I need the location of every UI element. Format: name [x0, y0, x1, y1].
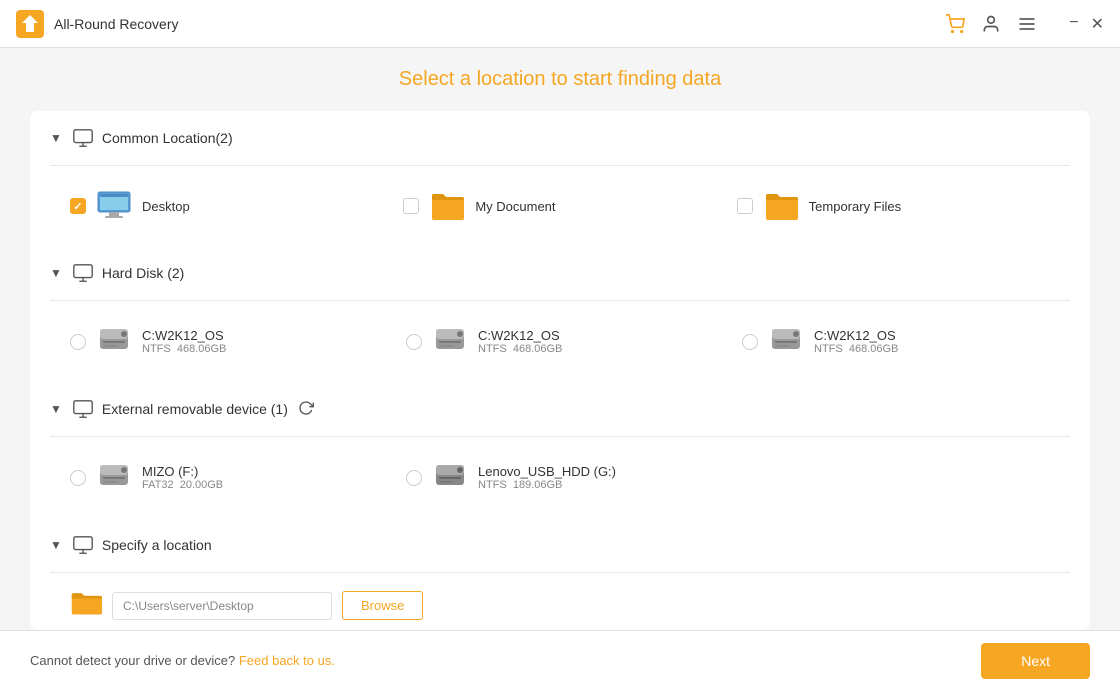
user-icon[interactable] — [981, 14, 1001, 34]
hard-disk-header[interactable]: ▼ Hard Disk (2) — [30, 246, 1090, 300]
specify-location-header[interactable]: ▼ Specify a location — [30, 518, 1090, 572]
main-content: Select a location to start finding data … — [0, 48, 1120, 630]
lenovo-info: Lenovo_USB_HDD (G:) NTFS 189.06GB — [478, 464, 616, 491]
refresh-icon[interactable] — [298, 400, 314, 419]
common-location-header[interactable]: ▼ Common Location(2) — [30, 111, 1090, 165]
common-location-label: Common Location(2) — [102, 130, 233, 146]
next-button[interactable]: Next — [981, 643, 1090, 679]
list-item: MIZO (F:) FAT32 20.00GB — [70, 453, 398, 502]
mizo-icon — [96, 457, 132, 498]
titlebar-icons: − ✕ — [945, 14, 1104, 34]
mizo-radio[interactable] — [70, 470, 86, 486]
tempfiles-checkbox[interactable] — [737, 198, 753, 214]
list-item: Desktop — [70, 182, 403, 230]
hdd2-meta: NTFS 468.06GB — [478, 343, 562, 355]
titlebar: All-Round Recovery − ✕ — [0, 0, 1120, 48]
my-document-icon — [429, 188, 465, 224]
mizo-info: MIZO (F:) FAT32 20.00GB — [142, 464, 223, 491]
hard-disk-label: Hard Disk (2) — [102, 265, 184, 281]
external-device-label: External removable device (1) — [102, 401, 288, 417]
chevron-down-icon: ▼ — [50, 266, 62, 280]
specify-location-label: Specify a location — [102, 537, 212, 553]
mydocument-checkbox[interactable] — [403, 198, 419, 214]
list-item: C:W2K12_OS NTFS 468.06GB — [406, 317, 734, 366]
app-title: All-Round Recovery — [54, 16, 945, 32]
hdd2-name: C:W2K12_OS — [478, 328, 562, 343]
lenovo-meta: NTFS 189.06GB — [478, 479, 616, 491]
app-logo — [16, 10, 44, 38]
bottom-bar: Cannot detect your drive or device? Feed… — [0, 630, 1120, 690]
specify-location-content: Browse — [30, 573, 1090, 630]
hdd2-info: C:W2K12_OS NTFS 468.06GB — [478, 328, 562, 355]
lenovo-radio[interactable] — [406, 470, 422, 486]
hard-disk-section-icon — [72, 262, 102, 284]
page-title: Select a location to start finding data — [399, 68, 721, 91]
external-device-items: MIZO (F:) FAT32 20.00GB — [30, 437, 1090, 518]
specify-location-section-icon — [72, 534, 102, 556]
list-item: C:W2K12_OS NTFS 468.06GB — [742, 317, 1070, 366]
list-item: My Document — [403, 182, 736, 230]
minimize-button[interactable]: − — [1069, 14, 1078, 34]
chevron-down-icon: ▼ — [50, 538, 62, 552]
window-controls: − ✕ — [1069, 14, 1104, 34]
hdd1-info: C:W2K12_OS NTFS 468.06GB — [142, 328, 226, 355]
external-device-header[interactable]: ▼ External removable device (1) — [30, 382, 1090, 436]
lenovo-icon — [432, 457, 468, 498]
location-card: ▼ Common Location(2) — [30, 111, 1090, 630]
list-item: Lenovo_USB_HDD (G:) NTFS 189.06GB — [406, 453, 734, 502]
cart-icon[interactable] — [945, 14, 965, 34]
close-button[interactable]: ✕ — [1091, 14, 1104, 34]
hdd1-radio[interactable] — [70, 334, 86, 350]
chevron-down-icon: ▼ — [50, 402, 62, 416]
list-item: Temporary Files — [737, 182, 1070, 230]
folder-icon — [70, 589, 102, 622]
menu-icon[interactable] — [1017, 14, 1037, 34]
desktop-checkbox[interactable] — [70, 198, 86, 214]
mizo-meta: FAT32 20.00GB — [142, 479, 223, 491]
desktop-label: Desktop — [142, 199, 190, 214]
chevron-down-icon: ▼ — [50, 131, 62, 145]
browse-button[interactable]: Browse — [342, 591, 423, 620]
hdd1-icon — [96, 321, 132, 362]
tempfiles-label: Temporary Files — [809, 199, 901, 214]
mydocument-label: My Document — [475, 199, 555, 214]
hdd3-info: C:W2K12_OS NTFS 468.06GB — [814, 328, 898, 355]
feedback-link[interactable]: Feed back to us. — [239, 653, 335, 668]
hdd2-icon — [432, 321, 468, 362]
temp-files-icon — [763, 188, 799, 224]
specify-location-input[interactable] — [112, 592, 332, 620]
hdd3-meta: NTFS 468.06GB — [814, 343, 898, 355]
hard-disk-items: C:W2K12_OS NTFS 468.06GB — [30, 301, 1090, 382]
hdd3-name: C:W2K12_OS — [814, 328, 898, 343]
external-device-section-icon — [72, 398, 102, 420]
common-location-icon — [72, 127, 102, 149]
common-location-items: Desktop My Document — [30, 166, 1090, 246]
hdd1-name: C:W2K12_OS — [142, 328, 226, 343]
list-item: C:W2K12_OS NTFS 468.06GB — [70, 317, 398, 366]
lenovo-name: Lenovo_USB_HDD (G:) — [478, 464, 616, 479]
hdd3-radio[interactable] — [742, 334, 758, 350]
mizo-name: MIZO (F:) — [142, 464, 223, 479]
hdd1-meta: NTFS 468.06GB — [142, 343, 226, 355]
hdd2-radio[interactable] — [406, 334, 422, 350]
desktop-icon — [96, 188, 132, 224]
hdd3-icon — [768, 321, 804, 362]
status-text: Cannot detect your drive or device? Feed… — [30, 653, 981, 668]
